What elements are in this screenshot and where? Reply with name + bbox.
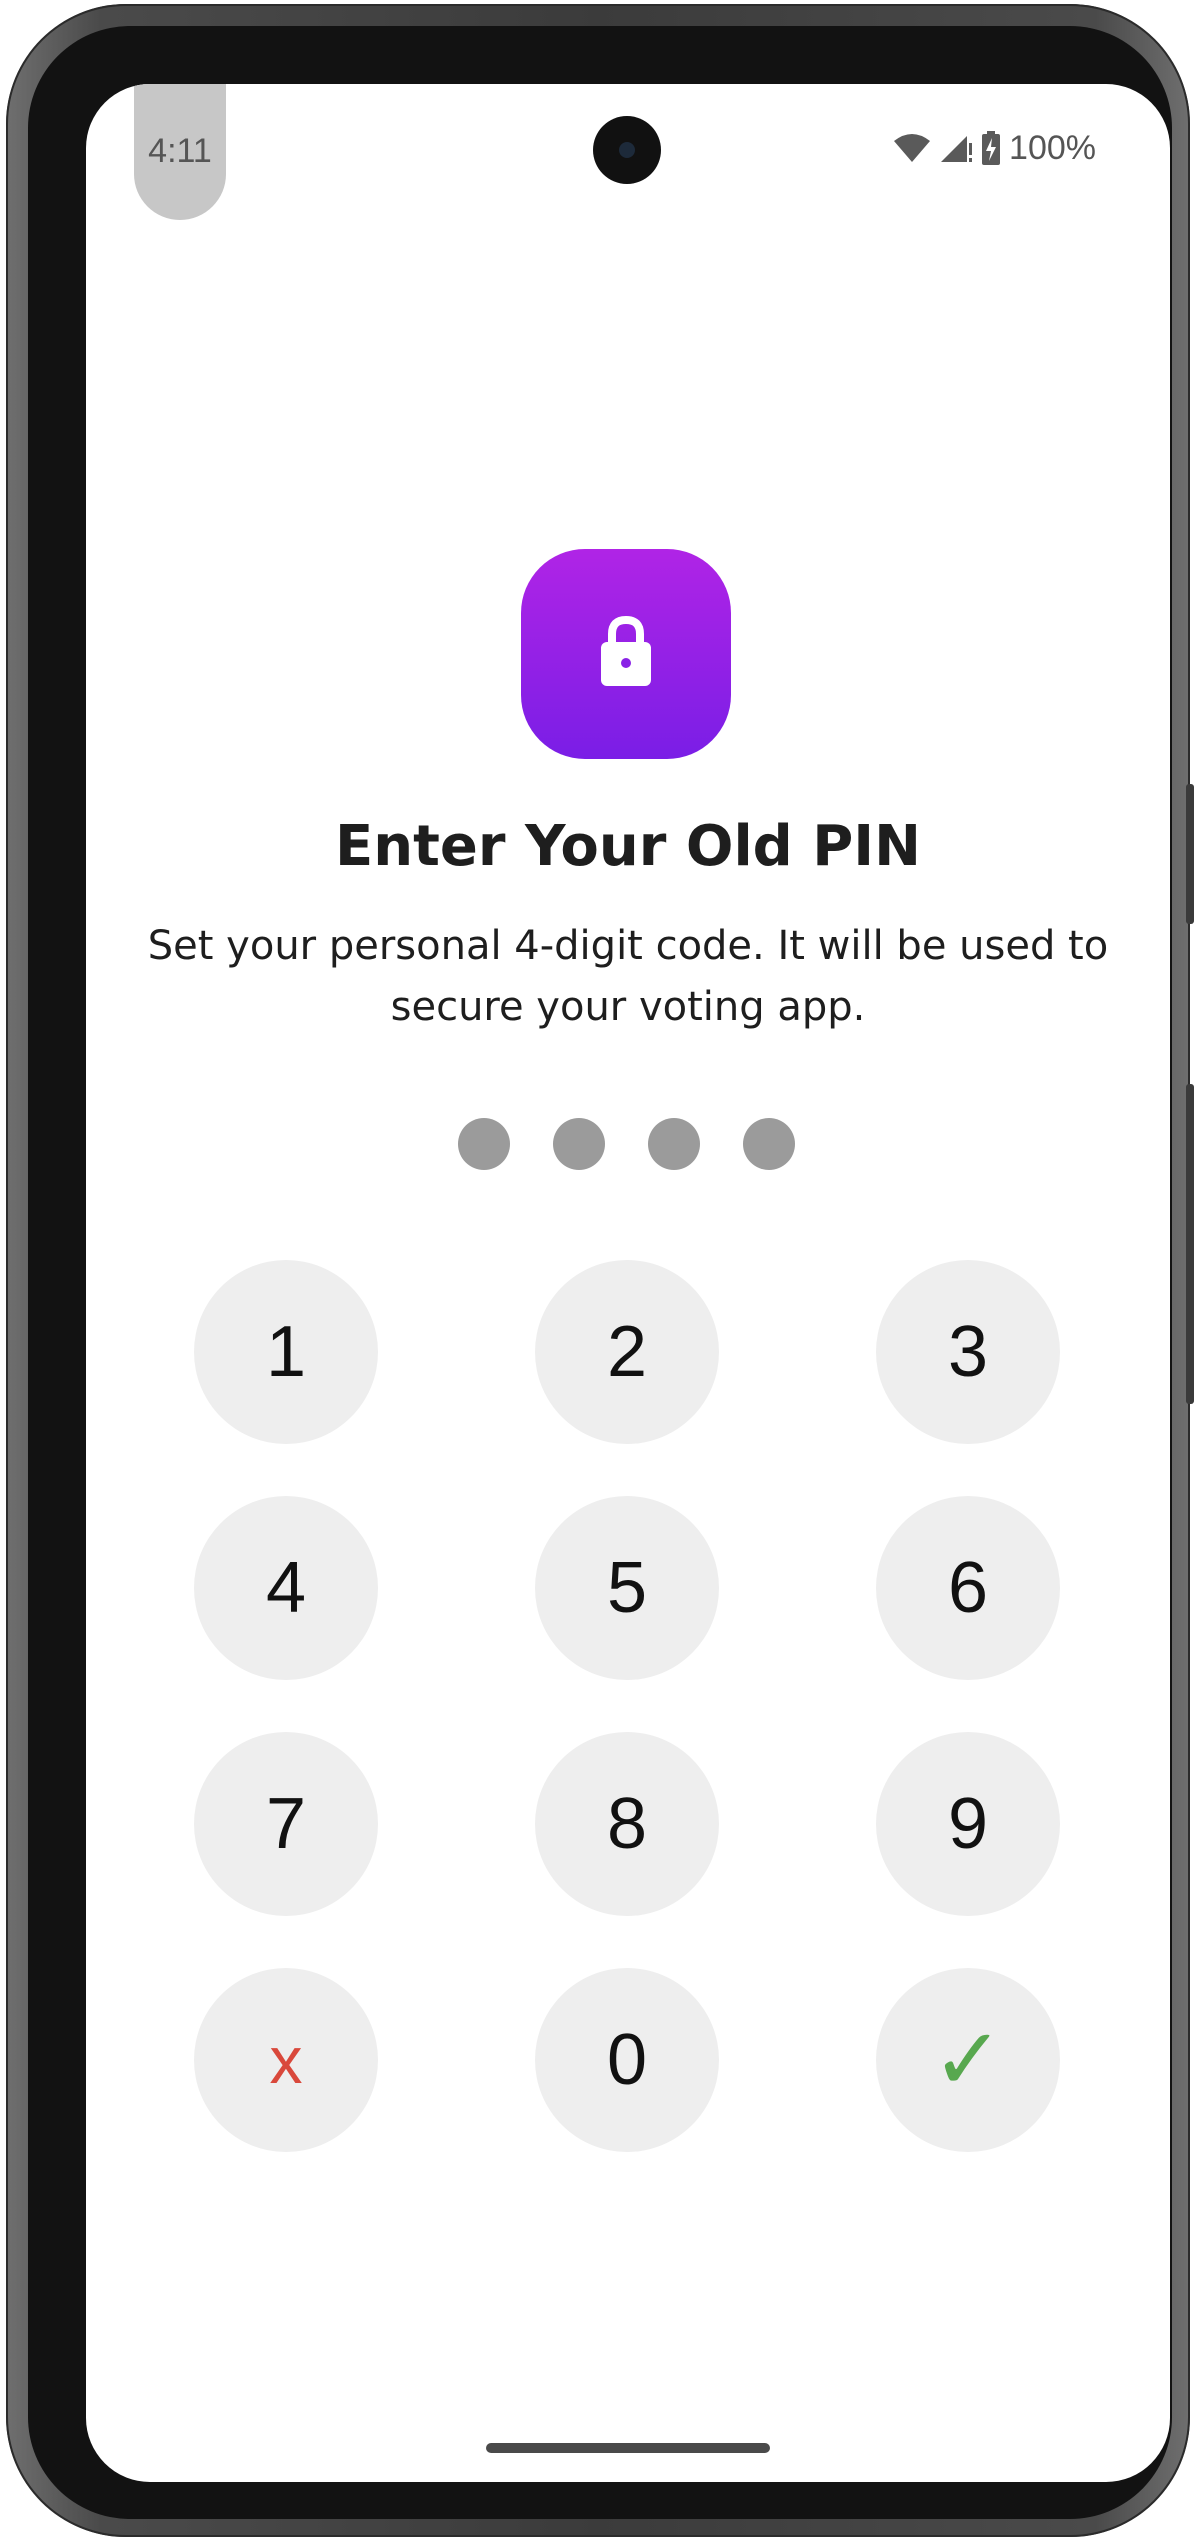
pin-dot	[458, 1118, 510, 1170]
volume-button	[1186, 1084, 1194, 1404]
power-button	[1186, 784, 1194, 924]
status-icons: 100%	[893, 128, 1096, 168]
key-0[interactable]: 0	[535, 1968, 719, 2152]
pin-dot	[553, 1118, 605, 1170]
key-3[interactable]: 3	[876, 1260, 1060, 1444]
cellular-signal-icon	[939, 133, 973, 163]
phone-frame: 4:11 100% Enter Your Old PIN Set your pe…	[6, 4, 1194, 2537]
screen: 4:11 100% Enter Your Old PIN Set your pe…	[86, 84, 1170, 2482]
lock-badge	[521, 549, 731, 759]
phone-bezel: 4:11 100% Enter Your Old PIN Set your pe…	[28, 26, 1172, 2519]
front-camera	[593, 116, 661, 184]
pin-dot	[648, 1118, 700, 1170]
key-2[interactable]: 2	[535, 1260, 719, 1444]
pin-indicator	[458, 1118, 798, 1170]
key-6[interactable]: 6	[876, 1496, 1060, 1680]
wifi-icon	[893, 133, 931, 163]
status-time: 4:11	[148, 132, 212, 170]
key-9[interactable]: 9	[876, 1732, 1060, 1916]
key-5[interactable]: 5	[535, 1496, 719, 1680]
lock-icon	[601, 615, 651, 686]
battery-percentage: 100%	[1009, 128, 1096, 167]
pin-dot	[743, 1118, 795, 1170]
key-7[interactable]: 7	[194, 1732, 378, 1916]
key-1[interactable]: 1	[194, 1260, 378, 1444]
confirm-button[interactable]: ✓	[876, 1968, 1060, 2152]
battery-charging-icon	[981, 131, 1001, 165]
home-indicator[interactable]	[486, 2443, 770, 2453]
page-title: Enter Your Old PIN	[335, 814, 921, 879]
key-4[interactable]: 4	[194, 1496, 378, 1680]
clear-button[interactable]: x	[194, 1968, 378, 2152]
page-subtitle: Set your personal 4-digit code. It will …	[147, 923, 1109, 1030]
key-8[interactable]: 8	[535, 1732, 719, 1916]
